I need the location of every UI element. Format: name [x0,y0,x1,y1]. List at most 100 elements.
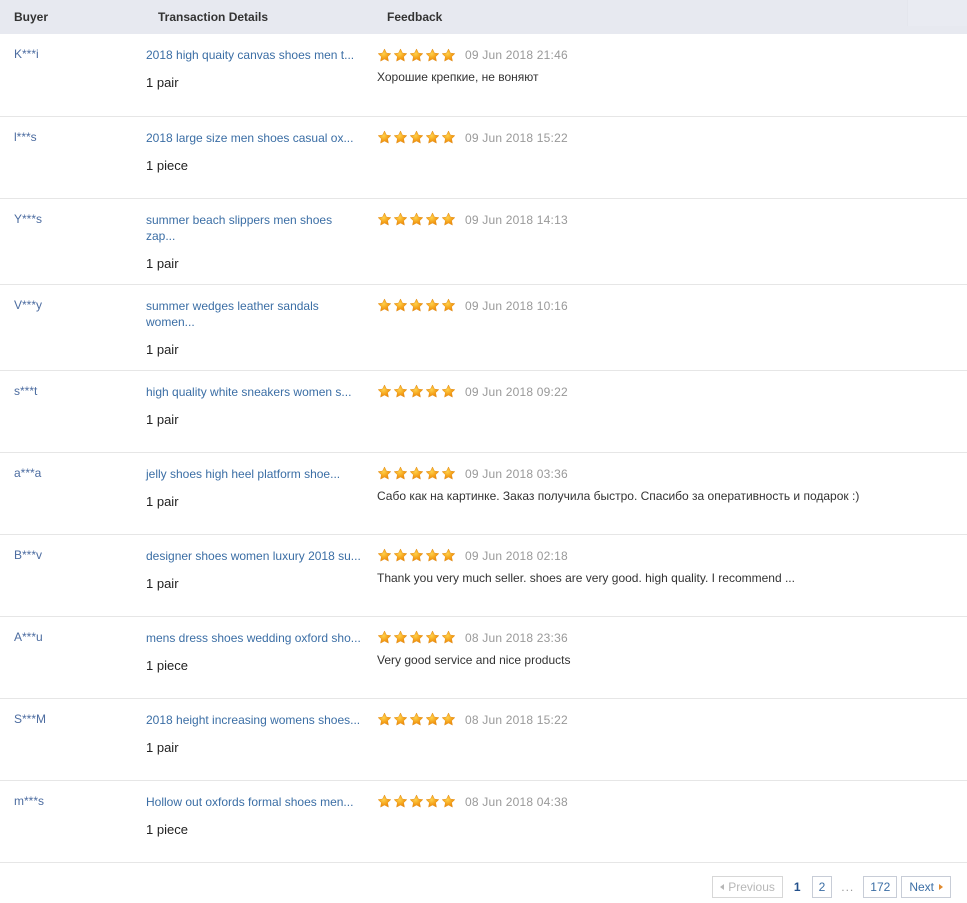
buyer-name[interactable]: s***t [14,384,37,399]
cell-buyer: Y***s [0,198,144,284]
table-header-row: Buyer Transaction Details Feedback [0,0,967,34]
table-header: Buyer Transaction Details Feedback [0,0,967,34]
star-icon [441,212,456,226]
buyer-name[interactable]: m***s [14,794,44,809]
product-title-link[interactable]: summer wedges leather sandals women... [146,298,361,330]
buyer-name[interactable]: a***a [14,466,41,481]
star-icon [425,384,440,398]
star-icon [377,548,392,562]
rating-row: 09 Jun 2018 15:22 [377,130,957,146]
star-rating [377,630,456,645]
quantity-label: 1 pair [146,255,179,271]
quantity-label: 1 pair [146,575,179,591]
chevron-left-icon [720,883,725,890]
star-rating [377,794,456,809]
product-title-link[interactable]: mens dress shoes wedding oxford sho... [146,630,361,646]
star-icon [409,712,424,726]
cell-feedback: 08 Jun 2018 15:22 [373,698,967,780]
rating-row: 09 Jun 2018 03:36 [377,466,957,482]
buyer-name[interactable]: B***v [14,548,42,563]
product-title-link[interactable]: summer beach slippers men shoes zap... [146,212,361,244]
star-icon [377,212,392,226]
cell-feedback: 09 Jun 2018 02:18 Thank you very much sel… [373,534,967,616]
feedback-date: 08 Jun 2018 04:38 [465,794,568,809]
buyer-name[interactable]: K***i [14,47,39,62]
rating-row: 08 Jun 2018 04:38 [377,794,957,810]
rating-row: 09 Jun 2018 09:22 [377,384,957,400]
product-title-link[interactable]: 2018 height increasing womens shoes... [146,712,361,728]
buyer-name[interactable]: S***M [14,712,46,727]
cell-transaction-details: jelly shoes high heel platform shoe... 1 … [144,452,373,534]
feedback-date: 09 Jun 2018 10:16 [465,298,568,313]
cell-buyer: V***y [0,284,144,370]
cell-buyer: m***s [0,780,144,862]
quantity-label: 1 piece [146,821,188,837]
star-icon [425,548,440,562]
feedback-date: 09 Jun 2018 15:22 [465,130,568,145]
star-icon [441,630,456,644]
table-row: a***a jelly shoes high heel platform shoe… [0,452,967,534]
cell-feedback: 09 Jun 2018 21:46 Хорошие крепкие, не вон… [373,34,967,116]
rating-row: 08 Jun 2018 15:22 [377,712,957,728]
star-icon [441,130,456,144]
star-icon [393,212,408,226]
pagination-next-label: Next [909,879,934,894]
rating-row: 09 Jun 2018 10:16 [377,298,957,314]
rating-row: 09 Jun 2018 02:18 [377,548,957,564]
table-row: B***v designer shoes women luxury 2018 su… [0,534,967,616]
cell-transaction-details: designer shoes women luxury 2018 su... 1 … [144,534,373,616]
rating-row: 08 Jun 2018 23:36 [377,630,957,646]
table-row: V***y summer wedges leather sandals women… [0,284,967,370]
cell-feedback: 08 Jun 2018 04:38 [373,780,967,862]
product-title-link[interactable]: designer shoes women luxury 2018 su... [146,548,361,564]
star-icon [409,384,424,398]
star-icon [377,298,392,312]
buyer-name[interactable]: Y***s [14,212,42,227]
cell-buyer: l***s [0,116,144,198]
star-rating [377,548,456,563]
star-icon [393,130,408,144]
cell-transaction-details: Hollow out oxfords formal shoes men... 1 … [144,780,373,862]
column-header-buyer: Buyer [0,0,144,34]
quantity-label: 1 pair [146,75,179,90]
table-row: A***u mens dress shoes wedding oxford sho… [0,616,967,698]
table-row: K***i 2018 high quaity canvas shoes men t… [0,34,967,116]
pagination-next-button[interactable]: Next [901,875,951,898]
feedback-comment: Сабо как на картинке. Заказ получила быс… [377,488,860,503]
cell-feedback: 09 Jun 2018 10:16 [373,284,967,370]
chevron-right-icon [939,883,943,890]
cell-transaction-details: summer beach slippers men shoes zap... 1 … [144,198,373,284]
cell-feedback: 09 Jun 2018 14:13 [373,198,967,284]
buyer-name[interactable]: V***y [14,298,42,313]
cell-buyer: B***v [0,534,144,616]
quantity-label: 1 piece [146,657,188,673]
product-title-link[interactable]: 2018 large size men shoes casual ox... [146,130,361,146]
star-rating [377,466,456,481]
pagination-container: Previous 1 2 ... 172 Next [0,863,967,898]
feedback-date: 09 Jun 2018 02:18 [465,548,568,563]
star-icon [409,298,424,312]
star-rating [377,130,456,145]
product-title-link[interactable]: 2018 high quaity canvas shoes men t... [146,47,361,63]
feedback-date: 09 Jun 2018 14:13 [465,212,568,227]
feedback-comment: Thank you very much seller. shoes are ve… [377,570,795,585]
star-icon [425,298,440,312]
quantity-label: 1 piece [146,157,188,173]
pagination-page-2[interactable]: 2 [811,875,833,898]
star-rating [377,712,456,727]
product-title-link[interactable]: Hollow out oxfords formal shoes men... [146,794,361,810]
pagination-previous-button[interactable]: Previous [712,875,783,898]
star-icon [425,130,440,144]
pagination-previous-label: Previous [728,879,775,894]
star-icon [441,47,456,62]
rating-row: 09 Jun 2018 14:13 [377,212,957,228]
product-title-link[interactable]: jelly shoes high heel platform shoe... [146,466,361,482]
star-icon [425,466,440,480]
buyer-name[interactable]: l***s [14,130,37,145]
star-icon [409,466,424,480]
buyer-name[interactable]: A***u [14,630,43,645]
product-title-link[interactable]: high quality white sneakers women s... [146,384,361,400]
table-row: m***s Hollow out oxfords formal shoes men… [0,780,967,862]
pagination-page-172[interactable]: 172 [863,875,898,898]
star-icon [441,548,456,562]
